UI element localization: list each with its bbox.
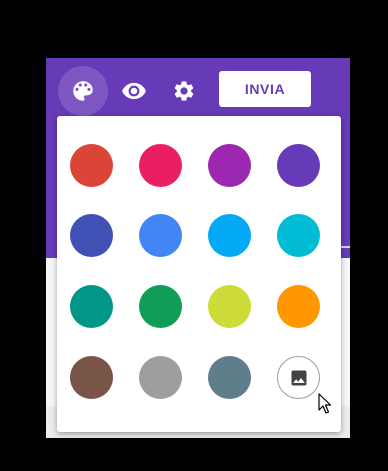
mouse-cursor-icon xyxy=(318,393,332,414)
palette-button[interactable] xyxy=(58,66,108,116)
color-swatch-pink[interactable] xyxy=(139,144,182,187)
color-swatch-lime[interactable] xyxy=(208,285,251,328)
color-swatch-red[interactable] xyxy=(70,144,113,187)
color-swatch-light-blue[interactable] xyxy=(208,214,251,257)
color-swatch-cyan[interactable] xyxy=(277,214,320,257)
settings-button[interactable] xyxy=(170,77,198,105)
send-button[interactable]: INVIA xyxy=(219,71,311,107)
palette-icon xyxy=(73,81,93,101)
color-swatch-blue-grey[interactable] xyxy=(208,356,251,399)
color-swatch-deep-purple[interactable] xyxy=(277,144,320,187)
color-swatch-orange[interactable] xyxy=(277,285,320,328)
color-swatch-teal[interactable] xyxy=(70,285,113,328)
color-swatch-green[interactable] xyxy=(139,285,182,328)
eye-icon xyxy=(122,82,146,100)
color-swatch-purple[interactable] xyxy=(208,144,251,187)
gear-icon xyxy=(174,81,194,101)
color-swatch-grey[interactable] xyxy=(139,356,182,399)
color-swatch-brown[interactable] xyxy=(70,356,113,399)
upload-image-button[interactable] xyxy=(277,356,320,399)
image-icon xyxy=(291,370,306,385)
preview-button[interactable] xyxy=(120,77,148,105)
color-swatch-indigo[interactable] xyxy=(70,214,113,257)
theme-color-picker xyxy=(57,116,341,432)
toolbar: INVIA xyxy=(46,58,350,118)
color-swatch-blue[interactable] xyxy=(139,214,182,257)
